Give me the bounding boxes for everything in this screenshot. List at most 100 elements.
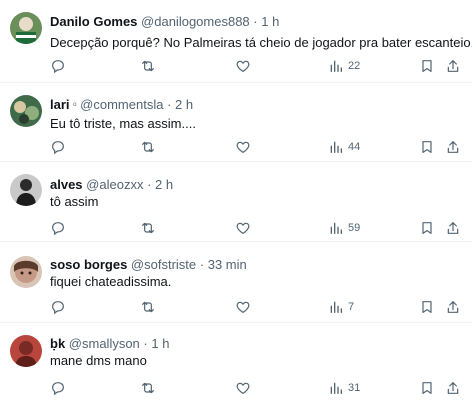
author-handle[interactable]: @aleozxx xyxy=(86,177,143,192)
separator: · xyxy=(143,336,148,351)
reply-header: lari ᵒ @commentsla · 2 h xyxy=(50,97,193,113)
reply-item[interactable]: soso borges @sofstriste · 33 min fiquei … xyxy=(0,242,472,323)
share-icon xyxy=(445,220,461,236)
author-name[interactable]: alves xyxy=(50,177,83,192)
reply-text: Eu tô triste, mas assim.... xyxy=(50,116,196,131)
action-bar: 7 xyxy=(0,297,472,317)
reply-item[interactable]: ḅk @smallyson · 1 h mane dms mano 31 xyxy=(0,323,472,407)
like-button[interactable] xyxy=(235,218,251,238)
reply-icon xyxy=(50,58,66,74)
avatar[interactable] xyxy=(10,174,42,206)
reply-button[interactable] xyxy=(50,297,66,317)
reply-text: fiquei chateadissima. xyxy=(50,274,172,289)
reply-button[interactable] xyxy=(50,137,66,157)
reply-header: ḅk @smallyson · 1 h xyxy=(50,336,169,352)
like-icon xyxy=(235,299,251,315)
author-handle[interactable]: @danilogomes888 xyxy=(141,14,250,29)
views-icon xyxy=(328,58,344,74)
separator: · xyxy=(253,14,258,29)
author-handle[interactable]: @smallyson xyxy=(69,336,140,351)
reply-header: Danilo Gomes @danilogomes888 · 1 h xyxy=(50,14,279,30)
share-button[interactable] xyxy=(445,378,461,398)
reply-text: mane dms mano xyxy=(50,353,147,368)
repost-button[interactable] xyxy=(140,56,156,76)
repost-icon xyxy=(140,380,156,396)
bookmark-icon xyxy=(419,220,435,236)
repost-button[interactable] xyxy=(140,297,156,317)
like-button[interactable] xyxy=(235,297,251,317)
action-bar: 22 xyxy=(0,56,472,76)
reply-icon xyxy=(50,380,66,396)
views-count: 22 xyxy=(348,60,361,72)
reply-item[interactable]: alves @aleozxx · 2 h tô assim 59 xyxy=(0,162,472,242)
views-icon xyxy=(328,380,344,396)
reply-icon xyxy=(50,139,66,155)
views-button[interactable]: 59 xyxy=(328,218,360,238)
bookmark-icon xyxy=(419,139,435,155)
like-icon xyxy=(235,139,251,155)
views-button[interactable]: 31 xyxy=(328,378,360,398)
views-button[interactable]: 7 xyxy=(328,297,354,317)
timestamp[interactable]: 1 h xyxy=(151,336,169,351)
bookmark-icon xyxy=(419,380,435,396)
author-name[interactable]: Danilo Gomes xyxy=(50,14,137,29)
reply-item[interactable]: lari ᵒ @commentsla · 2 h Eu tô triste, m… xyxy=(0,83,472,162)
repost-button[interactable] xyxy=(140,137,156,157)
name-badge: ᵒ xyxy=(73,100,77,110)
repost-icon xyxy=(140,58,156,74)
like-icon xyxy=(235,58,251,74)
share-button[interactable] xyxy=(445,56,461,76)
bookmark-button[interactable] xyxy=(419,56,435,76)
bookmark-button[interactable] xyxy=(419,378,435,398)
views-icon xyxy=(328,220,344,236)
avatar[interactable] xyxy=(10,335,42,367)
separator: · xyxy=(167,97,172,112)
replies-feed: Danilo Gomes @danilogomes888 · 1 h Decep… xyxy=(0,0,472,407)
author-handle[interactable]: @commentsla xyxy=(80,97,163,112)
separator: · xyxy=(147,177,152,192)
reply-text: tô assim xyxy=(50,194,99,209)
share-button[interactable] xyxy=(445,137,461,157)
action-bar: 31 xyxy=(0,378,472,398)
repost-icon xyxy=(140,220,156,236)
views-button[interactable]: 44 xyxy=(328,137,360,157)
reply-button[interactable] xyxy=(50,378,66,398)
author-handle[interactable]: @sofstriste xyxy=(131,257,196,272)
views-icon xyxy=(328,139,344,155)
share-icon xyxy=(445,58,461,74)
reply-button[interactable] xyxy=(50,56,66,76)
author-name[interactable]: ḅk xyxy=(50,336,65,351)
reply-button[interactable] xyxy=(50,218,66,238)
author-name[interactable]: soso borges xyxy=(50,257,127,272)
like-icon xyxy=(235,380,251,396)
bookmark-icon xyxy=(419,299,435,315)
avatar[interactable] xyxy=(10,12,42,44)
author-name[interactable]: lari xyxy=(50,97,70,112)
views-icon xyxy=(328,299,344,315)
like-button[interactable] xyxy=(235,137,251,157)
like-button[interactable] xyxy=(235,378,251,398)
timestamp[interactable]: 1 h xyxy=(261,14,279,29)
reply-item[interactable]: Danilo Gomes @danilogomes888 · 1 h Decep… xyxy=(0,0,472,83)
timestamp[interactable]: 33 min xyxy=(208,257,247,272)
repost-icon xyxy=(140,299,156,315)
avatar[interactable] xyxy=(10,256,42,288)
reply-icon xyxy=(50,220,66,236)
action-bar: 44 xyxy=(0,137,472,157)
repost-icon xyxy=(140,139,156,155)
timestamp[interactable]: 2 h xyxy=(155,177,173,192)
repost-button[interactable] xyxy=(140,218,156,238)
avatar[interactable] xyxy=(10,95,42,127)
reply-header: alves @aleozxx · 2 h xyxy=(50,177,173,193)
share-button[interactable] xyxy=(445,218,461,238)
like-button[interactable] xyxy=(235,56,251,76)
repost-button[interactable] xyxy=(140,378,156,398)
bookmark-button[interactable] xyxy=(419,218,435,238)
timestamp[interactable]: 2 h xyxy=(175,97,193,112)
separator: · xyxy=(199,257,205,272)
views-button[interactable]: 22 xyxy=(328,56,360,76)
bookmark-button[interactable] xyxy=(419,137,435,157)
share-button[interactable] xyxy=(445,297,461,317)
bookmark-button[interactable] xyxy=(419,297,435,317)
like-icon xyxy=(235,220,251,236)
